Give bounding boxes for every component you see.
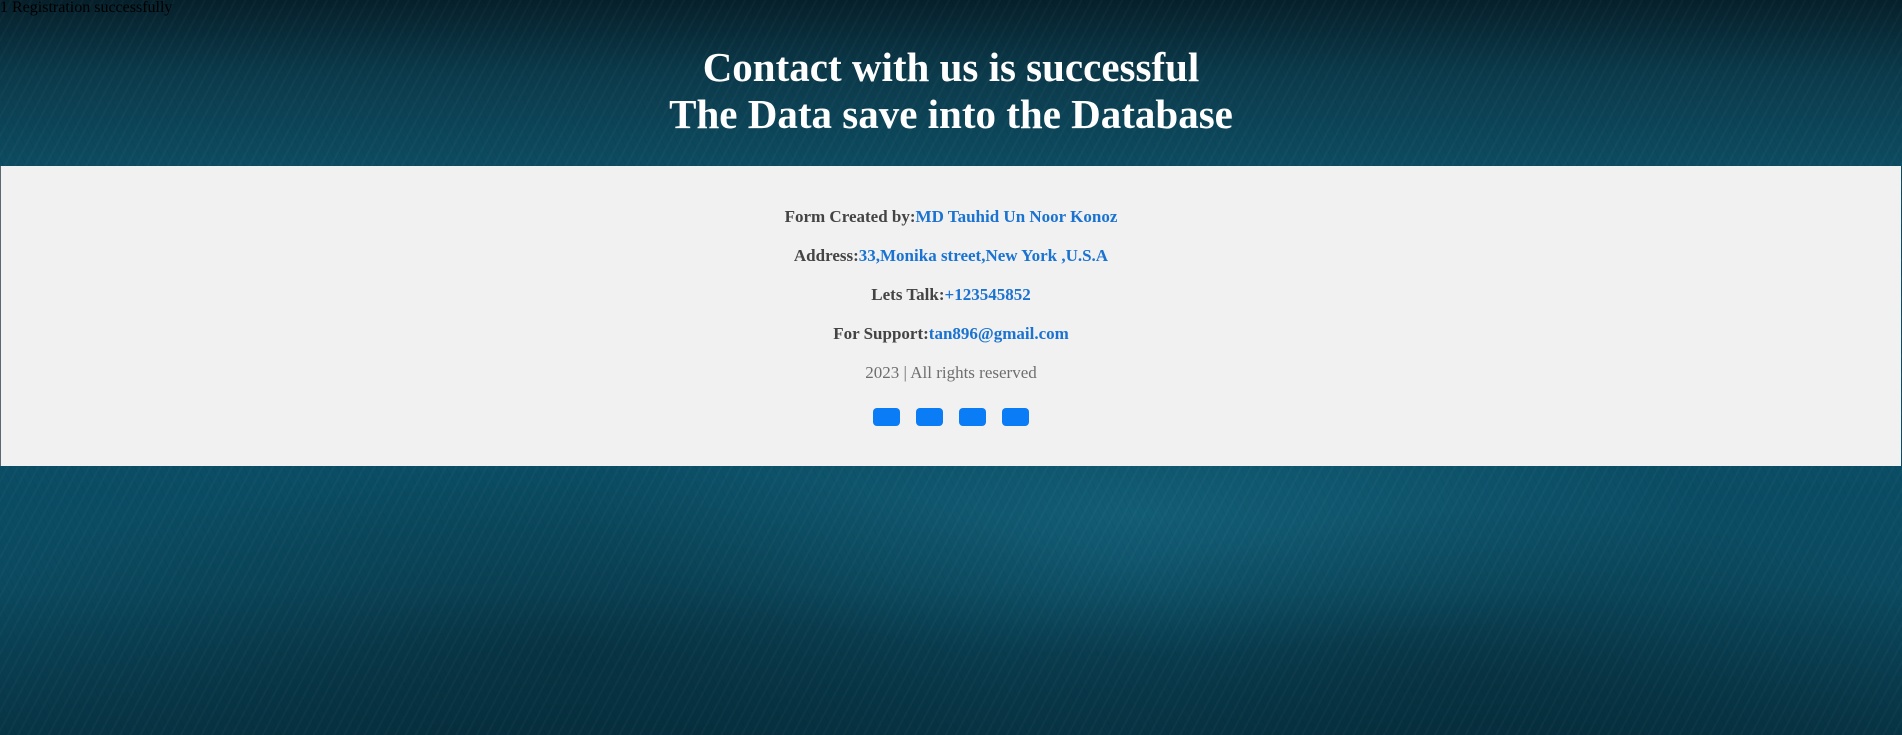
hero-line-1: Contact with us is successful xyxy=(702,44,1200,90)
social-icon-1[interactable] xyxy=(873,408,900,426)
created-by-value: MD Tauhid Un Noor Konoz xyxy=(915,207,1118,226)
hero-line-2: The Data save into the Database xyxy=(669,91,1233,137)
address-row: Address:33,Monika street,New York ,U.S.A xyxy=(1,246,1901,266)
social-links xyxy=(1,408,1901,426)
phone-number: +123545852 xyxy=(944,285,1031,304)
created-by-row: Form Created by:MD Tauhid Un Noor Konoz xyxy=(1,207,1901,227)
created-by-label: Form Created by: xyxy=(784,207,916,226)
support-row: For Support:tan896@gmail.com xyxy=(1,324,1901,344)
support-label: For Support: xyxy=(833,324,929,343)
hero-heading: Contact with us is successful The Data s… xyxy=(0,44,1902,138)
social-icon-3[interactable] xyxy=(959,408,986,426)
registration-alert-text: 1 Registration successfully xyxy=(0,0,173,16)
social-icon-2[interactable] xyxy=(916,408,943,426)
address-label: Address: xyxy=(793,246,859,265)
lets-talk-row: Lets Talk:+123545852 xyxy=(1,285,1901,305)
support-email: tan896@gmail.com xyxy=(928,324,1069,343)
social-icon-4[interactable] xyxy=(1002,408,1029,426)
copyright-text: 2023 | All rights reserved xyxy=(865,363,1037,382)
lets-talk-label: Lets Talk: xyxy=(871,285,945,304)
address-value: 33,Monika street,New York ,U.S.A xyxy=(858,246,1109,265)
footer-panel: Form Created by:MD Tauhid Un Noor Konoz … xyxy=(0,166,1901,466)
